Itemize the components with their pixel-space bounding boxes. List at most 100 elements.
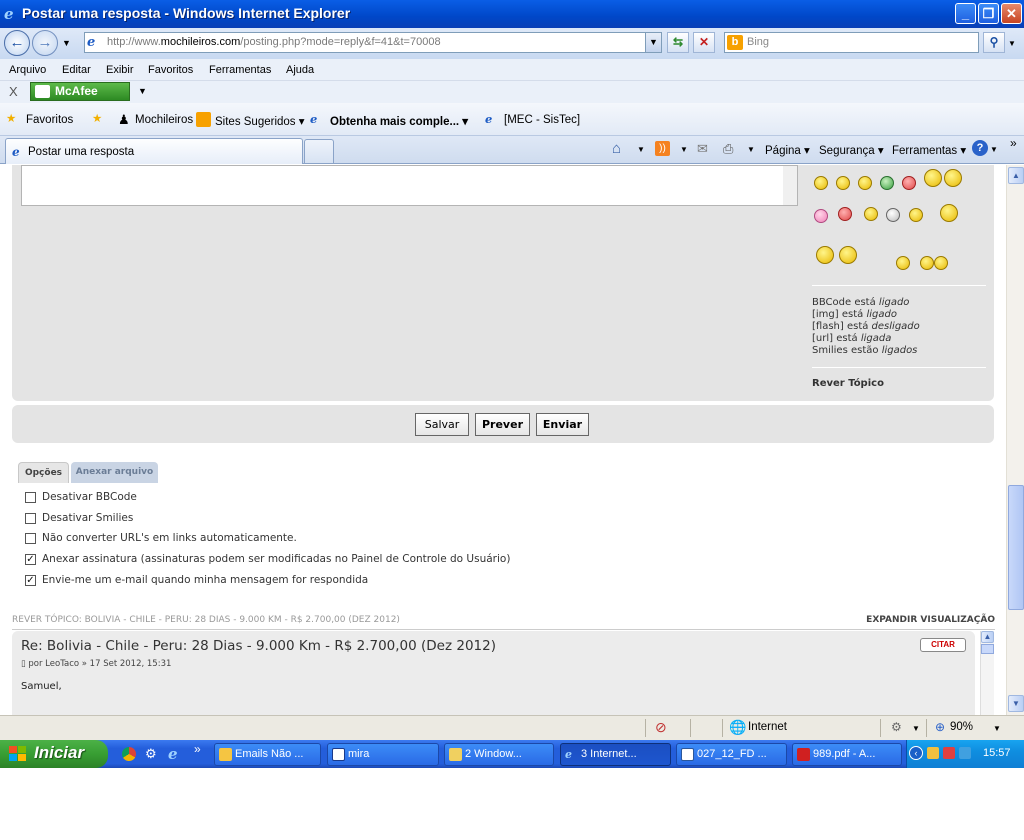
preview-button[interactable]: Prever xyxy=(475,413,530,436)
smiley-icon[interactable] xyxy=(896,256,910,270)
quote-button[interactable]: CITAR xyxy=(920,638,966,652)
save-button[interactable]: Salvar xyxy=(415,413,469,436)
fav-mochileiros[interactable]: Mochileiros xyxy=(135,114,193,126)
tab-opcoes[interactable]: Opções xyxy=(18,462,69,483)
start-button[interactable]: Iniciar xyxy=(0,740,108,768)
smiley-icon[interactable] xyxy=(924,169,942,187)
scroll-thumb[interactable] xyxy=(1008,485,1024,610)
address-dropdown-icon[interactable]: ▼ xyxy=(645,33,661,52)
page-scrollbar[interactable]: ▲ ▼ xyxy=(1006,165,1024,715)
new-tab-button[interactable] xyxy=(304,139,334,163)
tray-icon[interactable] xyxy=(943,747,955,759)
tools-menu[interactable]: Ferramentas ▾ xyxy=(892,143,966,157)
search-box[interactable]: b Bing xyxy=(724,32,979,53)
clock[interactable]: 15:57 xyxy=(983,747,1011,759)
tray-icon[interactable] xyxy=(927,747,939,759)
home-icon[interactable]: ⌂ xyxy=(612,140,621,157)
smiley-icon[interactable] xyxy=(940,204,958,222)
smiley-icon[interactable] xyxy=(839,246,857,264)
checkbox-checked[interactable]: ✓ xyxy=(25,575,36,586)
feeds-icon[interactable]: )) xyxy=(655,141,670,156)
scroll-thumb[interactable] xyxy=(981,644,994,654)
zoom-icon[interactable]: ⊕ xyxy=(935,720,945,734)
task-mira[interactable]: mira xyxy=(327,743,439,766)
close-toolbar-icon[interactable]: X xyxy=(9,84,18,99)
task-pdf[interactable]: 989.pdf - A... xyxy=(792,743,902,766)
smiley-icon[interactable] xyxy=(934,256,948,270)
address-bar[interactable]: e http://www.mochileiros.com/posting.php… xyxy=(84,32,662,53)
expand-view-link[interactable]: EXPANDIR VISUALIZAÇÃO xyxy=(866,615,995,625)
smiley-icon[interactable] xyxy=(864,207,878,221)
submit-button[interactable]: Enviar xyxy=(536,413,589,436)
scroll-up-icon[interactable]: ▲ xyxy=(1008,167,1024,184)
smiley-icon[interactable] xyxy=(816,246,834,264)
search-icon[interactable]: ⚲ xyxy=(983,32,1005,53)
rever-topico-link[interactable]: Rever Tópico xyxy=(812,367,986,389)
mail-icon[interactable]: ✉ xyxy=(697,141,708,157)
forward-button[interactable]: → xyxy=(32,30,58,56)
chrome-icon[interactable] xyxy=(122,747,136,761)
smiley-icon[interactable] xyxy=(814,176,828,190)
menu-ajuda[interactable]: Ajuda xyxy=(286,64,314,76)
post-title[interactable]: Re: Bolivia - Chile - Peru: 28 Dias - 9.… xyxy=(21,638,496,654)
ie-quicklaunch-icon[interactable]: e xyxy=(168,745,178,763)
smiley-icon[interactable] xyxy=(920,256,934,270)
page-menu[interactable]: Página ▾ xyxy=(765,143,810,157)
menu-exibir[interactable]: Exibir xyxy=(106,64,134,76)
task-emails[interactable]: Emails Não ... xyxy=(214,743,321,766)
protected-mode-icon[interactable]: ⚙ xyxy=(891,720,902,734)
favorites-button[interactable]: Favoritos xyxy=(26,114,73,126)
print-dropdown-icon[interactable]: ▼ xyxy=(747,145,755,154)
protected-mode-dropdown-icon[interactable]: ▼ xyxy=(912,724,920,733)
search-input[interactable]: Bing xyxy=(747,36,769,48)
smiley-icon[interactable] xyxy=(858,176,872,190)
textarea-scrollbar[interactable] xyxy=(783,166,797,205)
smiley-icon[interactable] xyxy=(944,169,962,187)
message-textarea[interactable] xyxy=(21,165,798,206)
smiley-icon[interactable] xyxy=(838,207,852,221)
privacy-icon[interactable]: ⊘ xyxy=(655,719,667,736)
home-dropdown-icon[interactable]: ▼ xyxy=(637,145,645,154)
smiley-icon[interactable] xyxy=(902,176,916,190)
scroll-down-icon[interactable]: ▼ xyxy=(1008,695,1024,712)
maximize-button[interactable]: ❐ xyxy=(978,3,999,24)
tab-anexar-arquivo[interactable]: Anexar arquivo xyxy=(71,462,158,483)
menu-editar[interactable]: Editar xyxy=(62,64,91,76)
smiley-icon[interactable] xyxy=(836,176,850,190)
fav-sites-sugeridos[interactable]: Sites Sugeridos ▾ xyxy=(215,114,305,128)
quicklaunch-more-icon[interactable]: » xyxy=(194,742,201,756)
checkbox-checked[interactable]: ✓ xyxy=(25,554,36,565)
security-menu[interactable]: Segurança ▾ xyxy=(819,143,884,157)
back-button[interactable]: ← xyxy=(4,30,30,56)
tray-icon[interactable] xyxy=(959,747,971,759)
topic-review-scrollbar[interactable]: ▲ xyxy=(980,631,994,715)
stop-icon[interactable]: ✕ xyxy=(693,32,715,53)
menu-ferramentas[interactable]: Ferramentas xyxy=(209,64,271,76)
task-word-doc[interactable]: 027_12_FD ... xyxy=(676,743,787,766)
feeds-dropdown-icon[interactable]: ▼ xyxy=(680,145,688,154)
menu-favoritos[interactable]: Favoritos xyxy=(148,64,193,76)
more-commands-icon[interactable]: » xyxy=(1010,136,1017,150)
minimize-button[interactable]: _ xyxy=(955,3,976,24)
checkbox[interactable] xyxy=(25,533,36,544)
checkbox[interactable] xyxy=(25,513,36,524)
help-dropdown-icon[interactable]: ▼ xyxy=(990,145,998,154)
print-icon[interactable]: ⎙ xyxy=(723,141,733,157)
tab-postar-resposta[interactable]: e Postar uma resposta xyxy=(5,138,303,164)
fav-mec-sistec[interactable]: [MEC - SisTec] xyxy=(504,114,580,126)
refresh-icon[interactable]: ⇆ xyxy=(667,32,689,53)
tray-expand-icon[interactable]: ‹ xyxy=(909,746,923,760)
checkbox[interactable] xyxy=(25,492,36,503)
mcafee-button[interactable]: McAfee xyxy=(30,82,130,101)
zoom-dropdown-icon[interactable]: ▼ xyxy=(993,724,1001,733)
menu-arquivo[interactable]: Arquivo xyxy=(9,64,46,76)
smiley-icon[interactable] xyxy=(814,209,828,223)
scroll-up-icon[interactable]: ▲ xyxy=(981,631,994,643)
smiley-icon[interactable] xyxy=(886,208,900,222)
zoom-level[interactable]: 90% xyxy=(950,721,973,733)
task-internet-explorer[interactable]: e3 Internet... xyxy=(560,743,671,766)
fav-obtenha[interactable]: Obtenha mais comple... ▾ xyxy=(330,114,468,128)
quicklaunch-icon[interactable]: ⚙ xyxy=(145,746,157,762)
help-icon[interactable]: ? xyxy=(972,140,988,156)
add-favorite-icon[interactable]: ★ xyxy=(92,111,102,125)
